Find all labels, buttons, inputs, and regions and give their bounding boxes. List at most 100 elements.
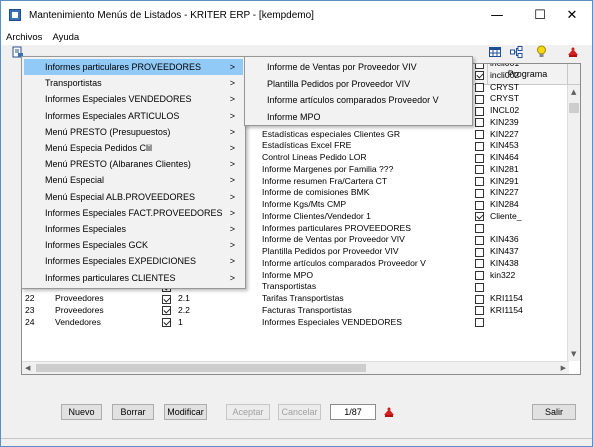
row-programa: KIN227 <box>490 187 519 198</box>
cancelar-button[interactable]: Cancelar <box>278 404 321 420</box>
context-menu-item[interactable]: Menú PRESTO (Albaranes Clientes) > <box>24 156 243 172</box>
context-menu-item[interactable]: Menú Especial > <box>24 172 243 188</box>
context-menu-item[interactable]: Informes Especiales VENDEDORES > <box>24 91 243 107</box>
row-programa: KIN438 <box>490 257 519 268</box>
context-menu-item-label: Informes Especiales VENDEDORES <box>45 94 192 105</box>
submenu-item[interactable]: Informe de Ventas por Proveedor VIV <box>247 59 471 76</box>
row-program-checkbox[interactable] <box>475 83 484 92</box>
context-menu-item[interactable]: Informes Especiales ARTICULOS > <box>24 108 243 124</box>
context-menu-item-label: Menú PRESTO (Presupuestos) <box>45 126 171 137</box>
row-programa: INCL02 <box>490 105 520 115</box>
submenu-item[interactable]: Informe artículos comparados Proveedor V <box>247 92 471 109</box>
chevron-right-icon: > <box>229 143 235 154</box>
row-programa: KIN464 <box>490 152 519 162</box>
row-program-checkbox[interactable] <box>475 71 484 81</box>
calendar-icon[interactable] <box>488 45 502 58</box>
horizontal-scroll-thumb[interactable] <box>36 364 366 372</box>
chevron-right-icon: > <box>229 159 235 170</box>
exit-icon[interactable] <box>566 45 580 58</box>
nuevo-button[interactable]: Nuevo <box>61 404 102 420</box>
row-program-checkbox[interactable] <box>475 153 484 163</box>
vertical-scrollbar[interactable]: ▲ ▼ <box>567 85 580 361</box>
row-programa: KIN227 <box>490 128 519 139</box>
context-menu-item[interactable]: Informes Especiales FACT.PROVEEDORES > <box>24 205 243 221</box>
context-menu-item[interactable]: Menú Especial ALB.PROVEEDORES > <box>24 189 243 205</box>
tree-icon[interactable] <box>509 45 523 58</box>
context-menu-item-label: Transportistas <box>45 78 102 89</box>
row-program-checkbox[interactable] <box>475 130 484 139</box>
row-descripcion: Transportistas <box>262 281 317 292</box>
row-program-checkbox[interactable] <box>475 177 484 186</box>
row-program-checkbox[interactable] <box>475 306 484 316</box>
row-program-checkbox[interactable] <box>475 165 484 175</box>
row-descripcion: Informe artículos comparados Proveedor V <box>262 257 426 268</box>
chevron-right-icon: > <box>229 110 235 121</box>
row-program-checkbox[interactable] <box>475 106 484 116</box>
grid-header-corner <box>568 64 580 85</box>
row-program-checkbox[interactable] <box>475 318 484 327</box>
row-program-checkbox[interactable] <box>475 188 484 198</box>
row-program-checkbox[interactable] <box>475 294 484 304</box>
row-programa: CRYST <box>490 81 519 92</box>
submenu-item[interactable]: Informe MPO <box>247 109 471 126</box>
row-checkbox[interactable] <box>162 306 171 316</box>
aceptar-button[interactable]: Aceptar <box>226 404 270 420</box>
close-button[interactable]: ✕ <box>553 1 591 29</box>
lightbulb-icon[interactable] <box>534 45 548 58</box>
scroll-down-icon[interactable]: ▼ <box>571 350 576 358</box>
context-menu-item-label: Informes Especiales ARTICULOS <box>45 110 180 121</box>
row-program-checkbox[interactable] <box>475 141 484 151</box>
context-menu-item[interactable]: Informes Especiales GCK > <box>24 237 243 253</box>
menu-bar: Archivos Ayuda <box>1 29 592 45</box>
scroll-left-icon[interactable]: ◀ <box>25 364 30 372</box>
row-program-checkbox[interactable] <box>475 247 484 257</box>
minimize-button[interactable]: — <box>478 1 516 29</box>
row-program-checkbox[interactable] <box>475 94 484 104</box>
row-program-checkbox[interactable] <box>475 271 484 280</box>
row-program-checkbox[interactable] <box>475 259 484 269</box>
row-program-checkbox[interactable] <box>475 200 484 210</box>
context-menu-item[interactable]: Menú PRESTO (Presupuestos) > <box>24 124 243 140</box>
context-menu-item[interactable]: Informes particulares CLIENTES > <box>24 270 243 286</box>
table-row[interactable]: 23 Proveedores 2.2 Facturas Transportistas K… <box>22 305 568 317</box>
row-descripcion: Informe Kgs/Mts CMP <box>262 199 347 209</box>
row-program-checkbox[interactable] <box>475 118 484 128</box>
row-program-checkbox[interactable] <box>475 212 484 222</box>
context-menu-item[interactable]: Transportistas > <box>24 75 243 91</box>
context-menu-item-label: Informes particulares CLIENTES <box>45 272 176 283</box>
context-menu-item[interactable]: Informes Especiales > <box>24 221 243 237</box>
context-menu-item[interactable]: Informes particulares PROVEEDORES > <box>24 59 243 76</box>
scroll-right-icon[interactable]: ▶ <box>561 364 566 372</box>
context-menu-item[interactable]: Informes Especiales EXPEDICIONES > <box>24 253 243 269</box>
exit-small-icon[interactable] <box>382 405 396 418</box>
salir-button[interactable]: Salir <box>532 404 576 420</box>
row-checkbox[interactable] <box>162 318 171 327</box>
context-menu-item-label: Informes Especiales EXPEDICIONES <box>45 256 197 267</box>
chevron-right-icon: > <box>229 94 235 105</box>
table-row[interactable]: 24 Vendedores 1 Informes Especiales VENDEDO… <box>22 317 568 329</box>
table-row[interactable]: 22 Proveedores 2.1 Tarifas Transportistas KR… <box>22 293 568 305</box>
app-icon <box>9 9 21 21</box>
context-menu-item[interactable]: Menú Especia Pedidos Clil > <box>24 140 243 156</box>
vertical-scroll-thumb[interactable] <box>569 103 579 113</box>
row-seccion: Proveedores <box>55 293 104 303</box>
row-programa: KIN284 <box>490 199 519 209</box>
row-program-checkbox[interactable] <box>475 235 484 245</box>
borrar-button[interactable]: Borrar <box>112 404 154 420</box>
row-program-checkbox[interactable] <box>475 64 484 69</box>
row-program-checkbox[interactable] <box>475 282 484 292</box>
modificar-button[interactable]: Modificar <box>164 404 207 420</box>
menu-archivos[interactable]: Archivos <box>1 32 47 43</box>
row-nivel: 1 <box>178 316 183 327</box>
menu-ayuda[interactable]: Ayuda <box>47 32 84 43</box>
horizontal-scrollbar[interactable]: ◀ ▶ <box>22 361 569 374</box>
row-program-checkbox[interactable] <box>475 224 484 233</box>
submenu-item[interactable]: Plantilla Pedidos por Proveedor VIV <box>247 76 471 93</box>
scroll-up-icon[interactable]: ▲ <box>571 88 576 96</box>
chevron-right-icon: > <box>229 62 235 73</box>
row-descripcion: Informes particulares PROVEEDORES <box>262 222 412 233</box>
row-checkbox[interactable] <box>162 294 171 304</box>
window-title: Mantenimiento Menús de Listados - KRITER… <box>29 9 314 21</box>
chevron-right-icon: > <box>229 78 235 89</box>
chevron-right-icon: > <box>229 224 235 235</box>
